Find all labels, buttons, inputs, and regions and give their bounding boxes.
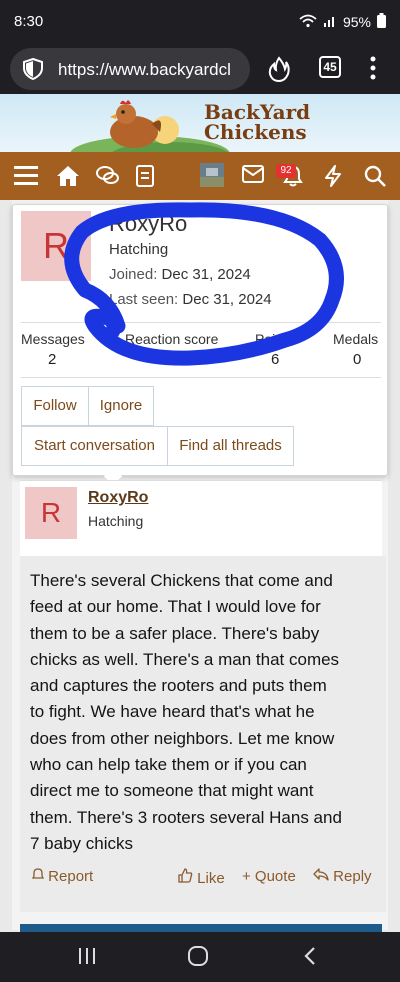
post-line: to fight. We have heard that's what he	[30, 702, 315, 722]
start-conversation-button[interactable]: Start conversation	[21, 426, 168, 466]
stat-points-label: Points	[255, 331, 294, 347]
member-title: Hatching	[109, 241, 169, 258]
logo-line-2: Chickens	[204, 120, 307, 144]
chicken-logo-icon	[100, 96, 170, 152]
user-avatar-icon[interactable]	[200, 163, 224, 193]
stat-medals-label: Medals	[333, 331, 379, 347]
post-line: does from other neighbors. Let me know	[30, 728, 335, 748]
post-line: 7 baby chicks	[30, 833, 133, 853]
stat-points-value: 6	[271, 351, 280, 368]
joined-label: Joined:	[109, 266, 158, 283]
battery-percent: 95%	[342, 14, 371, 30]
post-user-title: Hatching	[88, 513, 144, 529]
recent-apps-icon[interactable]	[78, 948, 96, 969]
site-logo-text: BackYard Chickens	[204, 102, 310, 142]
post-line: them to be a safer place. There's baby	[30, 623, 320, 643]
reply-button[interactable]: Reply	[313, 868, 372, 885]
forums-icon[interactable]	[96, 165, 120, 193]
bell-outline-icon	[31, 868, 45, 885]
hamburger-menu-icon[interactable]	[14, 165, 38, 191]
next-post-edge	[20, 924, 382, 932]
post-line: There's several Chickens that come and	[30, 571, 333, 590]
post-user-block: R RoxyRo Hatching	[20, 480, 382, 556]
post-line: and captures the rooters and puts them	[30, 676, 327, 696]
articles-icon[interactable]	[136, 165, 154, 193]
home-nav-icon[interactable]	[188, 946, 208, 971]
url-text: https://www.backyardcl	[58, 60, 231, 79]
post-message-body: There's several Chickens that come and f…	[20, 556, 386, 912]
reply-label: Reply	[333, 868, 372, 885]
post-line: them. There's 3 rooters several Hans and	[30, 807, 342, 827]
report-label: Report	[48, 868, 94, 885]
android-nav-bar	[0, 932, 400, 982]
post-text: There's several Chickens that come and f…	[30, 568, 370, 857]
inbox-envelope-icon[interactable]	[242, 165, 264, 189]
status-bar: 8:30 95%	[0, 0, 400, 44]
post-line: who can help take them or if you can	[30, 755, 307, 775]
follow-button[interactable]: Follow	[21, 386, 89, 426]
shield-icon[interactable]	[22, 57, 44, 85]
report-link[interactable]: Report	[31, 868, 94, 885]
tab-count-button[interactable]: 45	[319, 56, 341, 78]
stat-reaction-label: Reaction score	[125, 331, 219, 347]
stat-messages-value: 2	[48, 351, 57, 368]
wifi-icon	[299, 14, 317, 31]
joined-row: Joined: Dec 31, 2024	[109, 266, 251, 283]
thumbs-up-icon	[178, 868, 193, 887]
find-all-threads-button[interactable]: Find all threads	[167, 426, 294, 466]
whats-new-lightning-icon[interactable]	[324, 165, 342, 193]
back-nav-icon[interactable]	[304, 946, 316, 971]
post-avatar[interactable]: R	[25, 487, 77, 539]
stat-medals-value: 0	[353, 351, 362, 368]
status-icons: 95%	[299, 13, 386, 31]
post-username[interactable]: RoxyRo	[88, 489, 148, 507]
post-line: direct me to someone that might want	[30, 781, 314, 801]
url-field[interactable]: https://www.backyardcl	[10, 48, 250, 90]
battery-icon	[377, 13, 386, 31]
last-seen-label: Last seen:	[109, 291, 179, 308]
member-username[interactable]: RoxyRo	[109, 211, 187, 237]
status-time: 8:30	[14, 13, 44, 30]
like-label: Like	[197, 870, 225, 887]
last-seen-row: Last seen: Dec 31, 2024	[109, 291, 272, 308]
search-icon[interactable]	[364, 165, 386, 193]
joined-date: Dec 31, 2024	[161, 266, 251, 283]
forum-navbar	[0, 152, 400, 200]
more-menu-icon[interactable]	[370, 56, 376, 85]
signal-icon	[323, 14, 337, 31]
member-tooltip-card: R RoxyRo Hatching Joined: Dec 31, 2024 L…	[12, 204, 388, 476]
flame-icon[interactable]	[268, 56, 290, 87]
post-line: feed at our home. That I would love for	[30, 597, 321, 617]
alerts-count-badge: 92	[276, 164, 296, 178]
reply-arrow-icon	[313, 868, 329, 885]
like-button[interactable]: Like	[178, 868, 225, 887]
divider	[21, 377, 381, 378]
site-banner[interactable]: BackYard Chickens	[0, 94, 400, 152]
logo-line-1: BackYard	[204, 100, 311, 124]
member-avatar[interactable]: R	[21, 211, 91, 281]
divider	[21, 322, 381, 323]
ignore-button[interactable]: Ignore	[88, 386, 154, 426]
home-icon[interactable]	[56, 165, 80, 193]
post-line: chicks as well. There's a man that comes	[30, 649, 340, 669]
stat-messages-label: Messages	[21, 331, 85, 347]
quote-button[interactable]: + Quote	[242, 868, 296, 885]
last-seen-date: Dec 31, 2024	[182, 291, 272, 308]
